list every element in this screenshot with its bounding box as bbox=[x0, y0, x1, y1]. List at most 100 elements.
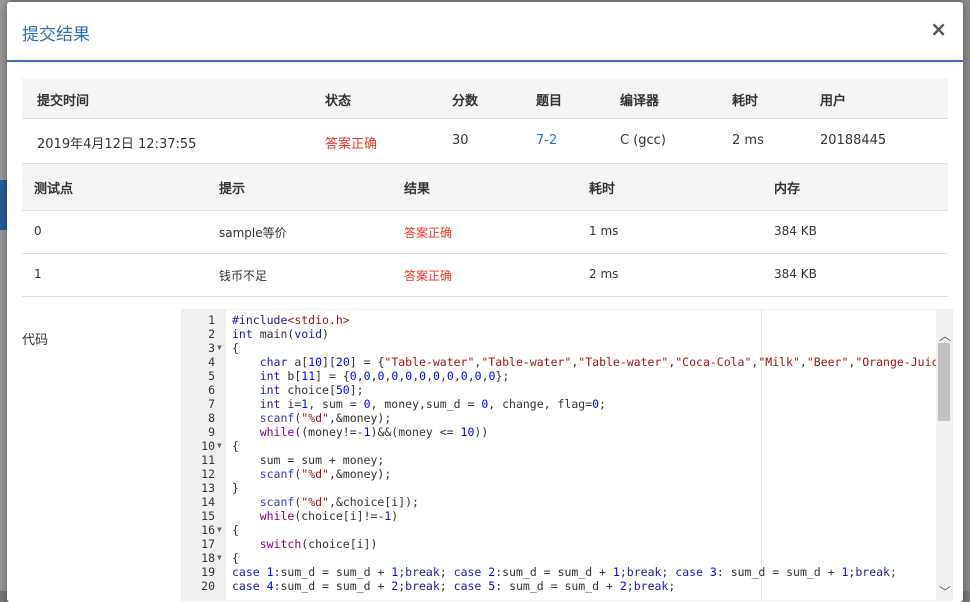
header-submit-time: 提交时间 bbox=[37, 94, 90, 109]
code-line: 15 while(choice[i]!=-1) bbox=[182, 509, 902, 523]
line-number: 13 bbox=[201, 481, 215, 495]
case-time: 1 ms bbox=[589, 224, 619, 238]
header-duration: 耗时 bbox=[732, 94, 759, 109]
dialog-title: 提交结果 bbox=[22, 25, 90, 45]
code-line: 12 scanf("%d",&money); bbox=[182, 467, 902, 481]
table-row: 1 钱币不足 答案正确 2 ms 384 KB bbox=[22, 254, 948, 297]
summary-header-row: 提交时间 状态 分数 题目 编译器 耗时 用户 bbox=[22, 78, 948, 119]
code-text: while(choice[i]!=-1) bbox=[259, 509, 399, 523]
case-hint: sample等价 bbox=[219, 226, 287, 240]
line-number: 4 bbox=[208, 355, 215, 369]
header-memory: 内存 bbox=[774, 182, 801, 197]
line-number: 16 bbox=[201, 523, 215, 537]
problem-link[interactable]: 7-2 bbox=[536, 133, 557, 148]
line-number: 9 bbox=[208, 425, 215, 439]
header-result: 结果 bbox=[404, 182, 431, 197]
code-scrollbar[interactable]: ︿ ﹀ bbox=[936, 310, 952, 600]
line-number: 10 bbox=[201, 439, 215, 453]
caret-down-icon[interactable]: ▼ bbox=[217, 551, 222, 565]
code-text: { bbox=[232, 439, 239, 453]
case-result: 答案正确 bbox=[404, 269, 453, 283]
code-line: 5 int b[11] = {0,0,0,0,0,0,0,0,0,0,0}; bbox=[182, 369, 902, 383]
line-number: 17 bbox=[201, 537, 215, 551]
dialog-header: 提交结果 × bbox=[7, 2, 963, 62]
code-viewer[interactable]: 1 #include<stdio.h> 2 int main(void) 3 ▼{4 ch… bbox=[181, 309, 953, 601]
code-text: int main(void) bbox=[232, 327, 329, 341]
code-line: 14 scanf("%d",&choice[i]); bbox=[182, 495, 902, 509]
header-compiler: 编译器 bbox=[620, 94, 660, 109]
line-number: 12 bbox=[201, 467, 215, 481]
case-memory: 384 KB bbox=[774, 267, 817, 281]
submit-time: 2019年4月12日 12:37:55 bbox=[37, 137, 197, 152]
code-line: 19 case 1:sum_d = sum_d + 1;break; case 2… bbox=[182, 565, 902, 579]
code-text: #include<stdio.h> bbox=[232, 313, 350, 327]
code-text: char a[10][20] = {"Table-water","Table-w… bbox=[259, 355, 953, 369]
code-text: scanf("%d",&money); bbox=[259, 411, 392, 425]
cases-header-row: 测试点 提示 结果 耗时 内存 bbox=[22, 164, 948, 211]
code-line: 2 int main(void) bbox=[182, 327, 902, 341]
code-text: int b[11] = {0,0,0,0,0,0,0,0,0,0,0}; bbox=[259, 369, 510, 383]
code-line: 16 ▼ { bbox=[182, 523, 902, 537]
line-number: 8 bbox=[208, 411, 215, 425]
line-number: 15 bbox=[201, 509, 215, 523]
chevron-up-icon[interactable]: ︿ bbox=[939, 327, 951, 344]
code-text: int i=1, sum = 0, money,sum_d = 0, chang… bbox=[259, 397, 606, 411]
submission-summary-table: 提交时间 状态 分数 题目 编译器 耗时 用户 2019年4月12日 12:37… bbox=[22, 78, 948, 164]
code-line: 7 int i=1, sum = 0, money,sum_d = 0, cha… bbox=[182, 397, 902, 411]
code-line: 3 ▼ { bbox=[182, 341, 902, 355]
caret-down-icon[interactable]: ▼ bbox=[217, 523, 222, 537]
header-case-id: 测试点 bbox=[34, 182, 74, 197]
header-time: 耗时 bbox=[589, 182, 616, 197]
chevron-down-icon[interactable]: ﹀ bbox=[939, 583, 951, 600]
header-score: 分数 bbox=[452, 94, 479, 109]
code-line: 11 sum = sum + money; bbox=[182, 453, 902, 467]
code-text: case 1:sum_d = sum_d + 1;break; case 2:s… bbox=[232, 565, 897, 579]
case-id: 0 bbox=[34, 224, 42, 238]
test-cases-table: 测试点 提示 结果 耗时 内存 0 sample等价 答案正确 1 ms 384… bbox=[22, 164, 948, 297]
line-number: 3 bbox=[208, 341, 215, 355]
code-text: scanf("%d",&choice[i]); bbox=[259, 495, 419, 509]
code-line: 8 scanf("%d",&money); bbox=[182, 411, 902, 425]
line-number: 2 bbox=[208, 327, 215, 341]
code-line: 18 ▼ { bbox=[182, 551, 902, 565]
line-number: 11 bbox=[201, 453, 215, 467]
compiler-value: C (gcc) bbox=[620, 133, 666, 148]
line-number: 1 bbox=[208, 313, 215, 327]
code-line: 17 switch(choice[i]) bbox=[182, 537, 902, 551]
header-problem: 题目 bbox=[536, 94, 563, 109]
header-user: 用户 bbox=[820, 94, 847, 109]
line-number: 5 bbox=[208, 369, 215, 383]
caret-down-icon[interactable]: ▼ bbox=[217, 341, 222, 355]
code-line: 10 ▼ { bbox=[182, 439, 902, 453]
code-text: int choice[50]; bbox=[259, 383, 364, 397]
code-text: sum = sum + money; bbox=[232, 453, 385, 467]
table-row: 0 sample等价 答案正确 1 ms 384 KB bbox=[22, 211, 948, 254]
code-text: while((money!=-1)&&(money <= 10)) bbox=[259, 425, 489, 439]
scrollbar-thumb[interactable] bbox=[938, 343, 950, 421]
line-number: 7 bbox=[208, 397, 215, 411]
case-result: 答案正确 bbox=[404, 226, 453, 240]
line-number: 6 bbox=[208, 383, 215, 397]
code-text: { bbox=[232, 523, 239, 537]
case-memory: 384 KB bbox=[774, 224, 817, 238]
status-badge: 答案正确 bbox=[325, 137, 378, 152]
code-line: 6 int choice[50]; bbox=[182, 383, 902, 397]
header-status: 状态 bbox=[325, 94, 352, 109]
code-text: } bbox=[232, 481, 239, 495]
code-line: 13} bbox=[182, 481, 902, 495]
case-id: 1 bbox=[34, 267, 42, 281]
backdrop-right-edge bbox=[962, 0, 970, 591]
code-line: 9 while((money!=-1)&&(money <= 10)) bbox=[182, 425, 902, 439]
close-icon[interactable]: × bbox=[930, 17, 947, 41]
line-number: 19 bbox=[201, 565, 215, 579]
code-lines: 1 #include<stdio.h> 2 int main(void) 3 ▼{4 ch… bbox=[182, 313, 952, 593]
score-value: 30 bbox=[452, 133, 469, 148]
submission-result-dialog: 提交结果 × 提交时间 状态 分数 题目 编译器 耗时 用户 2019年4月12… bbox=[7, 2, 963, 602]
summary-row: 2019年4月12日 12:37:55 答案正确 30 7-2 C (gcc) … bbox=[22, 119, 948, 164]
code-text: { bbox=[232, 341, 239, 355]
line-number: 14 bbox=[201, 495, 215, 509]
header-hint: 提示 bbox=[219, 182, 246, 197]
code-text: { bbox=[232, 551, 239, 565]
caret-down-icon[interactable]: ▼ bbox=[217, 439, 222, 453]
duration-value: 2 ms bbox=[732, 133, 764, 148]
